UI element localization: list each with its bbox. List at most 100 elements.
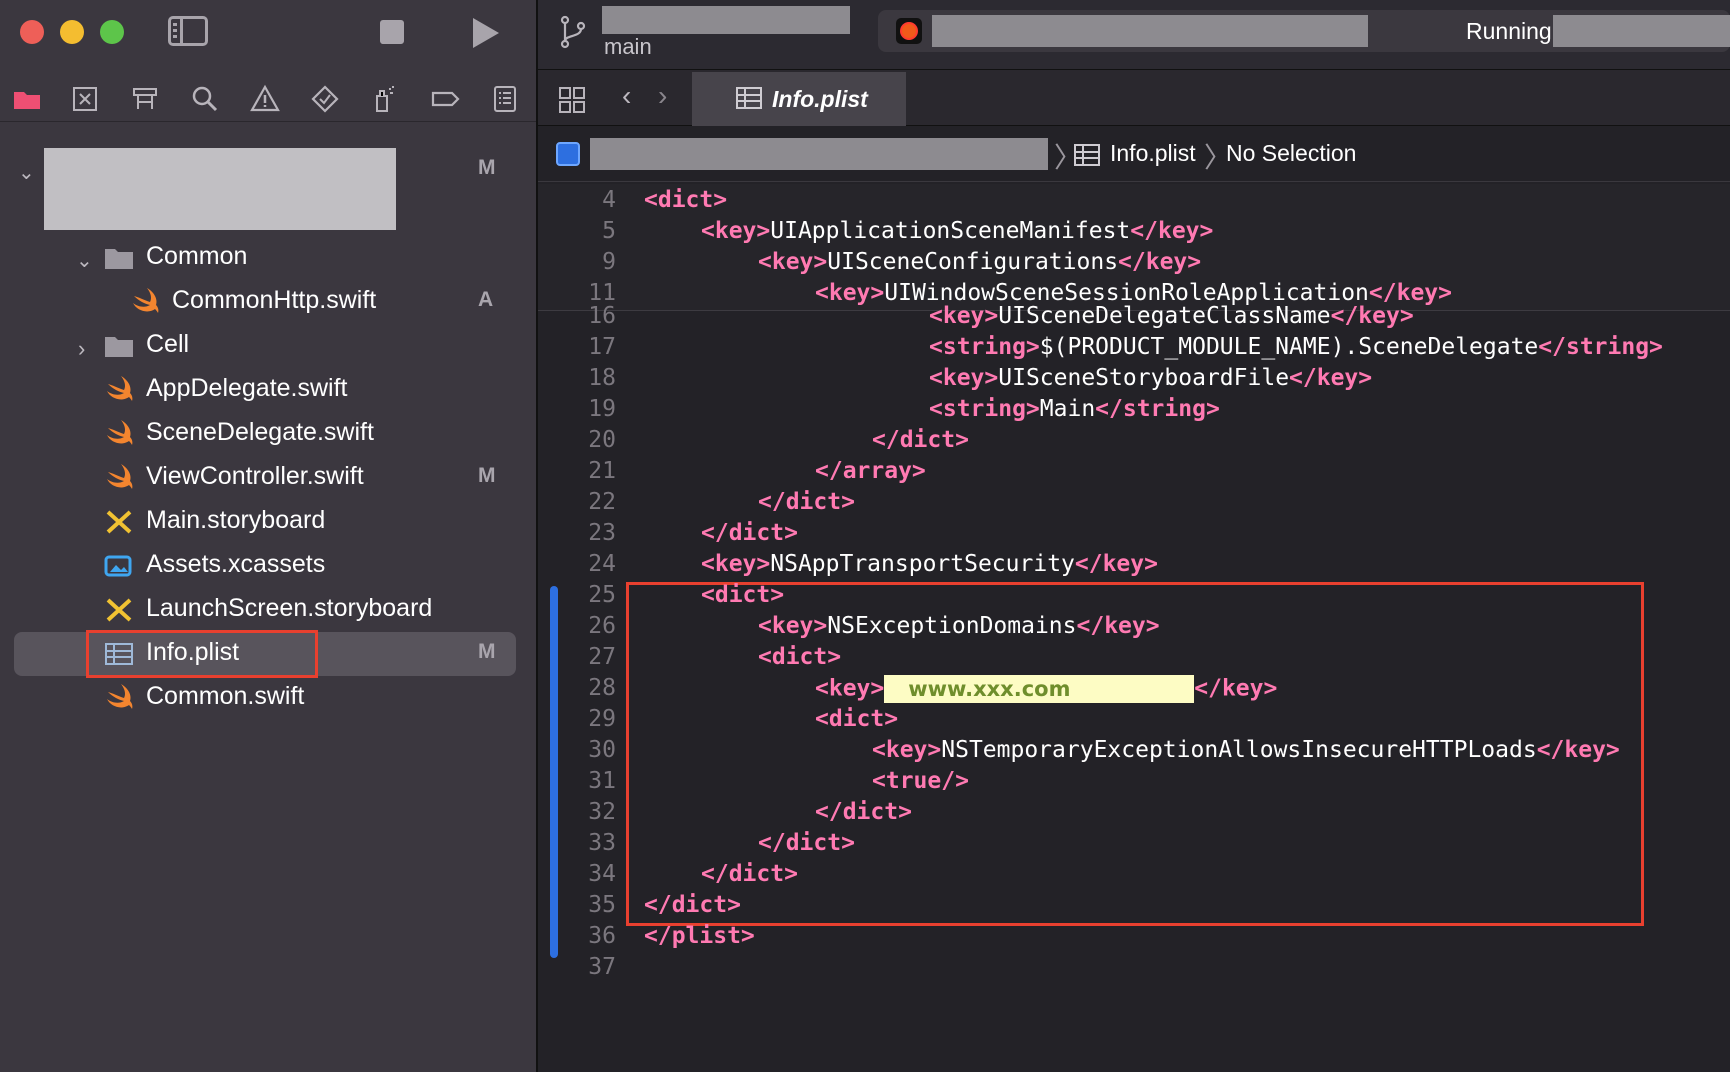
- code-line[interactable]: 34 </dict>: [538, 858, 1730, 892]
- code-line[interactable]: 22 </dict>: [538, 486, 1730, 520]
- xml-tag: </key>: [1536, 737, 1620, 763]
- xml-tag: </key>: [1130, 218, 1214, 244]
- device-icon[interactable]: [896, 18, 922, 44]
- code-line[interactable]: 5 <key>UIApplicationSceneManifest</key>: [538, 215, 1730, 249]
- xml-text: $(PRODUCT_MODULE_NAME).SceneDelegate: [1039, 334, 1539, 360]
- test-diamond-icon[interactable]: [308, 82, 342, 116]
- code-line[interactable]: 17 <string>$(PRODUCT_MODULE_NAME).SceneDe…: [538, 331, 1730, 365]
- code-line[interactable]: 35 </dict>: [538, 889, 1730, 923]
- sidebar-toggle-icon[interactable]: [168, 16, 208, 46]
- xml-tag: </key>: [1118, 249, 1202, 275]
- search-icon[interactable]: [188, 82, 222, 116]
- code-line[interactable]: 29 <dict>: [538, 703, 1730, 737]
- code-line[interactable]: 16 <key>UISceneDelegateClassName</key>: [538, 300, 1730, 334]
- tree-item-scenedelegate[interactable]: SceneDelegate.swift: [14, 412, 516, 456]
- close-window-button[interactable]: [20, 20, 44, 44]
- code-line[interactable]: 31 <true/>: [538, 765, 1730, 799]
- tree-item-common[interactable]: ⌄ Common: [14, 236, 516, 280]
- zoom-window-button[interactable]: [100, 20, 124, 44]
- line-number: 31: [588, 768, 616, 794]
- tree-item-commonhttp[interactable]: CommonHttp.swift A: [14, 280, 516, 324]
- code-line[interactable]: 26 <key>NSExceptionDomains</key>: [538, 610, 1730, 644]
- xml-text: Main: [1039, 396, 1096, 422]
- source-control-icon[interactable]: [68, 82, 102, 116]
- stop-button[interactable]: [380, 20, 404, 44]
- destination-redacted[interactable]: [932, 15, 1368, 47]
- scheme-name-redacted[interactable]: [602, 6, 850, 34]
- breakpoint-icon[interactable]: [428, 82, 462, 116]
- xml-tag: </array>: [815, 458, 926, 484]
- xml-tag: </dict>: [701, 861, 798, 887]
- back-chevron-icon[interactable]: ‹: [622, 80, 631, 112]
- code-line[interactable]: 33 </dict>: [538, 827, 1730, 861]
- report-icon[interactable]: [488, 82, 522, 116]
- tab-info-plist[interactable]: Info.plist: [692, 72, 906, 126]
- source-editor[interactable]: 4 <dict> 5 <key>UIApplicationSceneManifest<…: [538, 184, 1730, 1072]
- line-number: 29: [588, 706, 616, 732]
- tree-item-project[interactable]: ⌄ M: [14, 148, 516, 192]
- xml-tag: </dict>: [644, 892, 741, 918]
- tree-item-assets[interactable]: Assets.xcassets: [14, 544, 516, 588]
- line-number: 17: [588, 334, 616, 360]
- line-number: 33: [588, 830, 616, 856]
- jump-bar-path-redacted[interactable]: [590, 138, 1048, 170]
- status-badge: M: [478, 156, 496, 179]
- jump-bar-file[interactable]: Info.plist: [1110, 140, 1196, 167]
- tree-item-label: CommonHttp.swift: [172, 286, 377, 314]
- code-line[interactable]: 32 </dict>: [538, 796, 1730, 830]
- code-line[interactable]: 24 <key>NSAppTransportSecurity</key>: [538, 548, 1730, 582]
- xml-tag: </key>: [1076, 613, 1160, 639]
- symbol-navigator-icon[interactable]: [128, 82, 162, 116]
- code-line[interactable]: 37: [538, 951, 1730, 985]
- chevron-down-icon[interactable]: ⌄: [76, 248, 93, 273]
- forward-chevron-icon[interactable]: ›: [658, 80, 667, 112]
- app-icon[interactable]: [556, 142, 580, 166]
- debug-spray-icon[interactable]: [368, 82, 402, 116]
- tree-item-label: Assets.xcassets: [146, 550, 326, 578]
- code-line[interactable]: 23 </dict>: [538, 517, 1730, 551]
- code-line[interactable]: 19 <string>Main</string>: [538, 393, 1730, 427]
- xml-tag: <true/>: [872, 768, 969, 794]
- chevron-down-icon[interactable]: ⌄: [18, 160, 35, 185]
- minimize-window-button[interactable]: [60, 20, 84, 44]
- xml-tag: <string>: [929, 396, 1040, 422]
- plist-table-icon: [1074, 144, 1100, 166]
- code-line[interactable]: 21 </array>: [538, 455, 1730, 489]
- code-line[interactable]: 25 <dict>: [538, 579, 1730, 613]
- line-number: 22: [588, 489, 616, 515]
- code-line[interactable]: 18 <key>UISceneStoryboardFile</key>: [538, 362, 1730, 396]
- warning-icon[interactable]: [248, 82, 282, 116]
- code-line[interactable]: 30 <key>NSTemporaryExceptionAllowsInsecur…: [538, 734, 1730, 768]
- related-items-grid-icon[interactable]: [558, 86, 586, 114]
- code-line[interactable]: 28 <key> www.xxx.com </key>: [538, 672, 1730, 706]
- chevron-right-icon[interactable]: ›: [78, 336, 85, 362]
- run-button[interactable]: [473, 18, 499, 48]
- xml-tag: </string>: [1095, 396, 1220, 422]
- editor-area: main Running ‹ › Info.plist 〉 Info.plist…: [538, 0, 1730, 1072]
- tree-item-main-storyboard[interactable]: Main.storyboard: [14, 500, 516, 544]
- branch-name[interactable]: main: [604, 34, 652, 60]
- tree-item-launchscreen[interactable]: LaunchScreen.storyboard: [14, 588, 516, 632]
- tree-item-common-swift[interactable]: Common.swift: [14, 676, 516, 720]
- project-navigator: ⌄ M ⌄ Common CommonHttp.swift A › Cell A…: [0, 0, 538, 1072]
- tab-label: Info.plist: [772, 86, 868, 112]
- line-number: 36: [588, 923, 616, 949]
- swift-icon: [133, 288, 159, 313]
- code-line[interactable]: 9 <key>UISceneConfigurations</key>: [538, 246, 1730, 280]
- jump-bar-selection[interactable]: No Selection: [1226, 140, 1356, 167]
- code-line[interactable]: 36 </plist>: [538, 920, 1730, 954]
- code-line[interactable]: 27 <dict>: [538, 641, 1730, 675]
- line-number: 23: [588, 520, 616, 546]
- status-detail-redacted: [1553, 15, 1730, 47]
- tree-item-viewcontroller[interactable]: ViewController.swift M: [14, 456, 516, 500]
- folder-icon[interactable]: [10, 82, 44, 116]
- line-number: 21: [588, 458, 616, 484]
- xml-tag: <dict>: [701, 582, 785, 608]
- code-line[interactable]: 20 </dict>: [538, 424, 1730, 458]
- tree-item-label: SceneDelegate.swift: [146, 418, 374, 446]
- code-line[interactable]: 4 <dict>: [538, 184, 1730, 218]
- code-text: </array>: [815, 458, 926, 484]
- line-number: 30: [588, 737, 616, 763]
- tree-item-appdelegate[interactable]: AppDelegate.swift: [14, 368, 516, 412]
- tree-item-cell[interactable]: › Cell: [14, 324, 516, 368]
